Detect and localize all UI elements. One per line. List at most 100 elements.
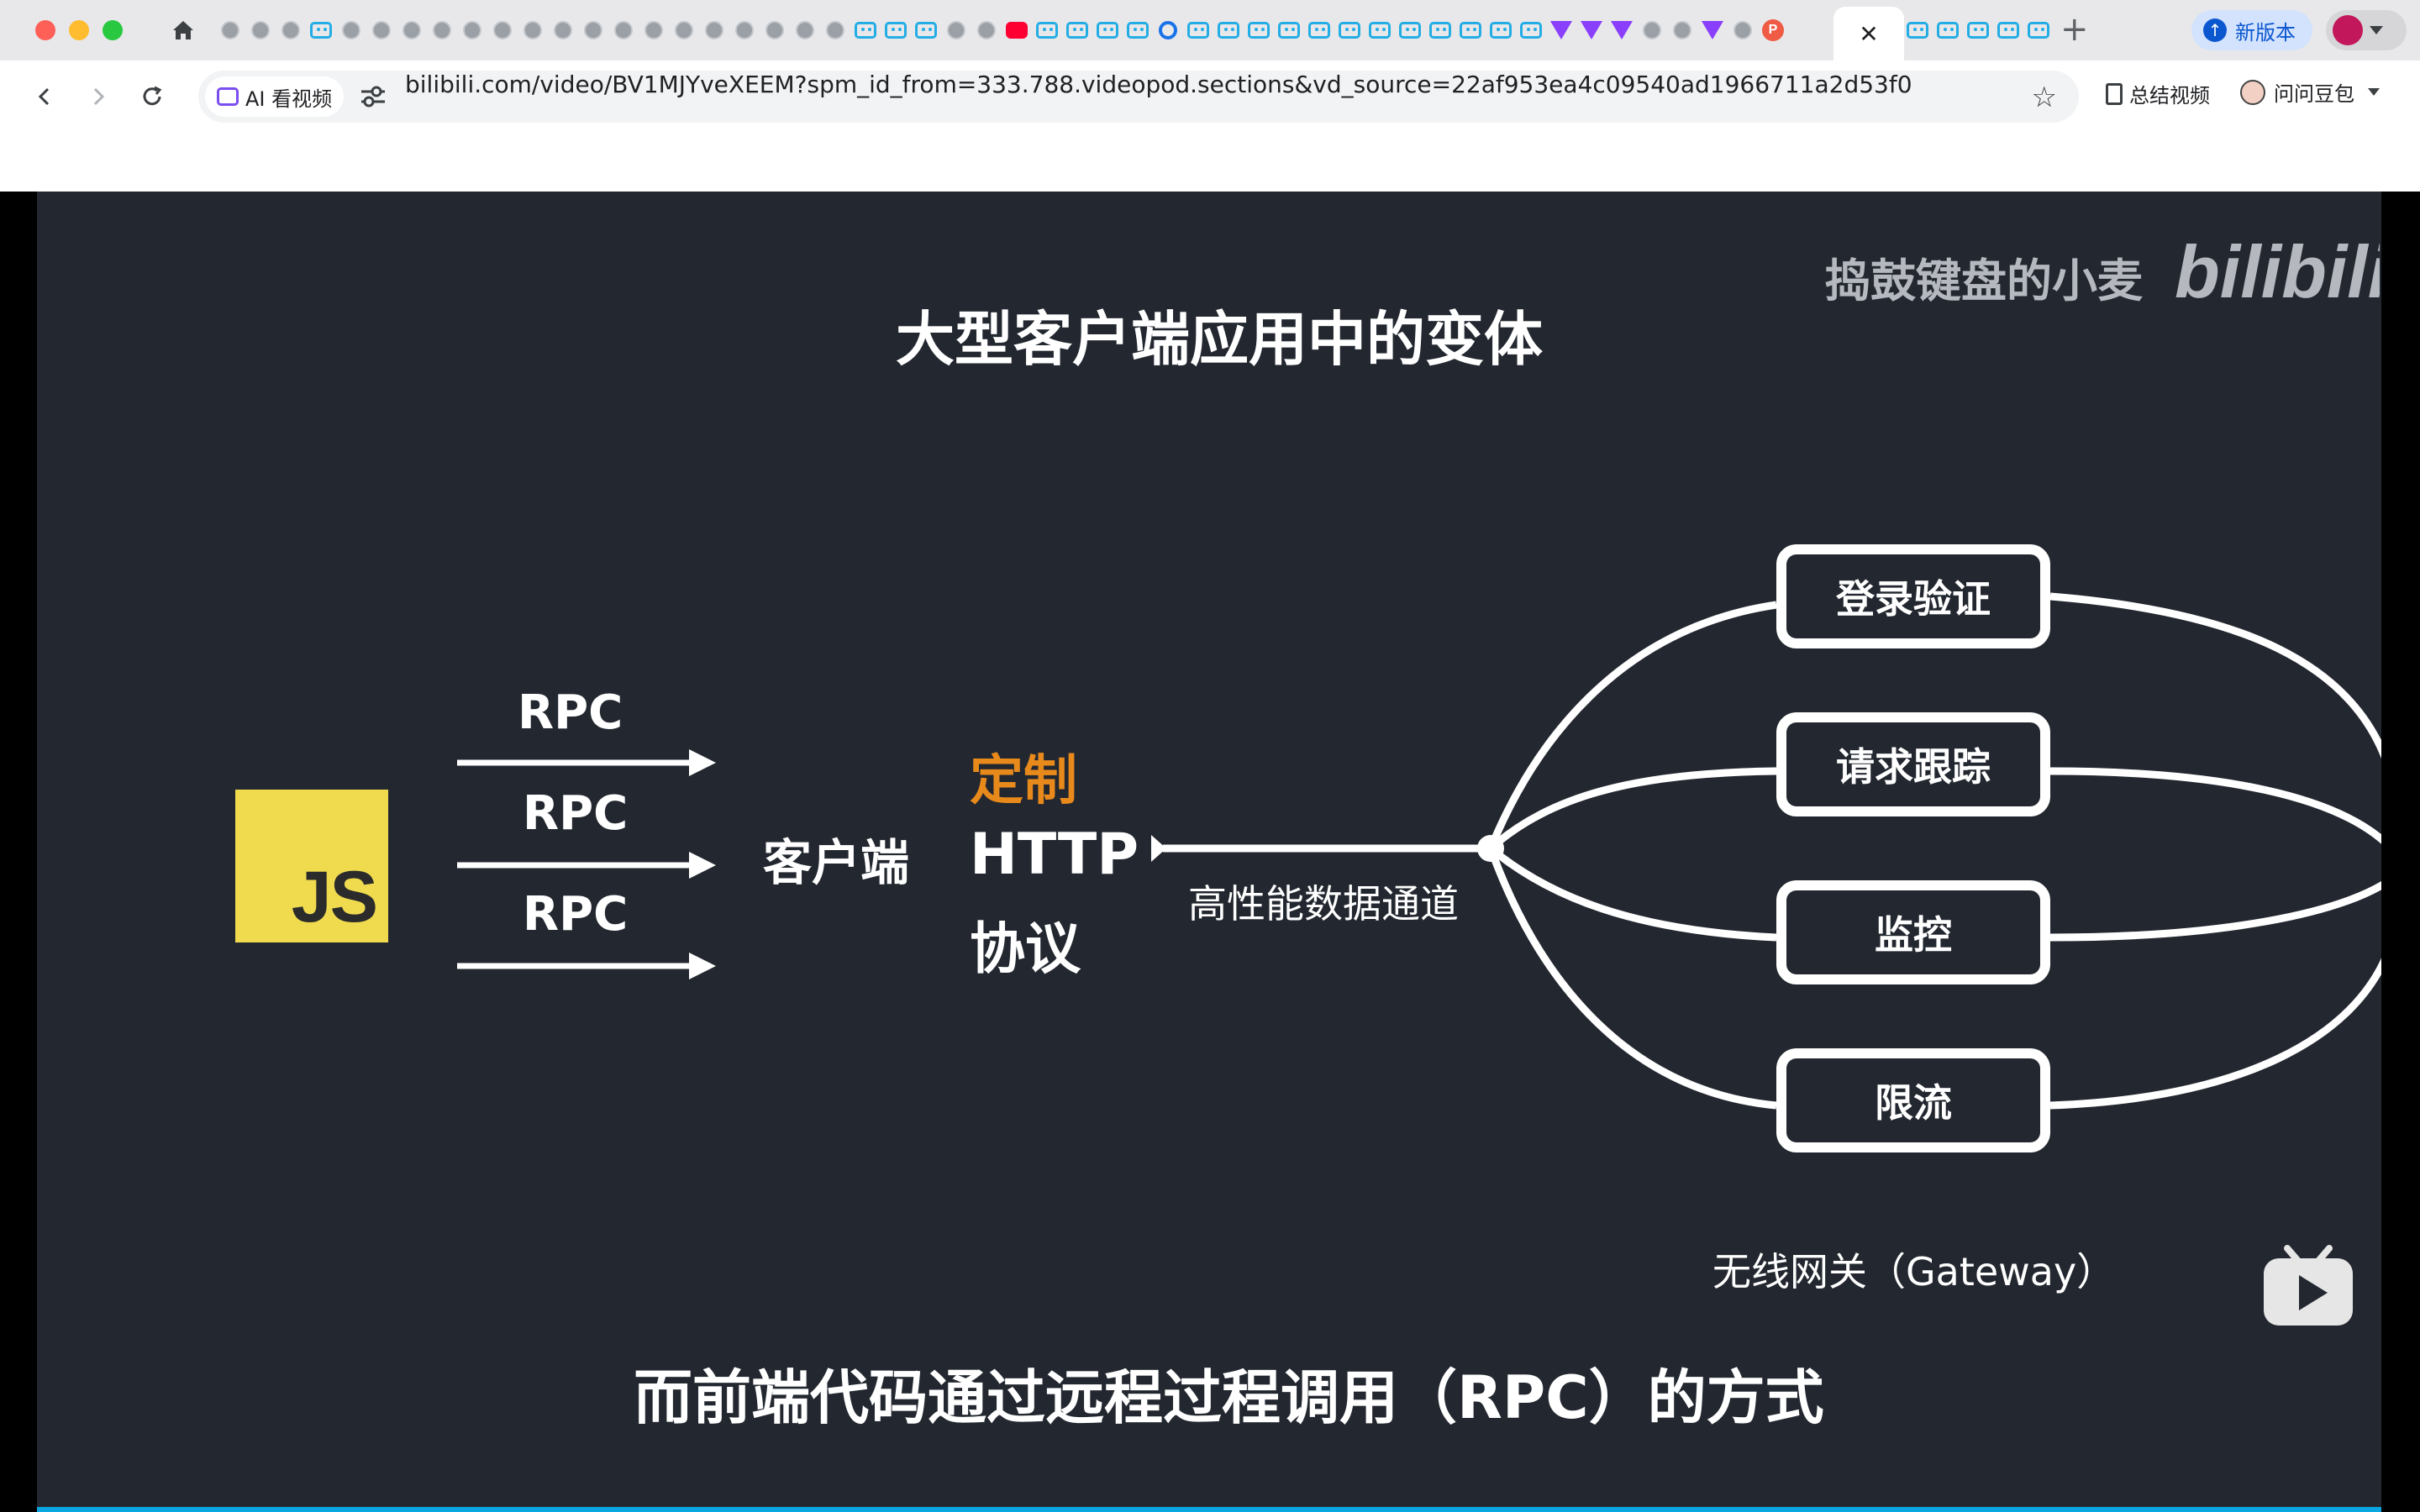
pinned-left-tab-3[interactable]	[308, 17, 334, 44]
globe-icon	[433, 21, 451, 39]
pinned-left-tab-18[interactable]	[761, 17, 788, 44]
pinned-left-tab-4[interactable]	[338, 17, 365, 44]
pinned-left-tab-24[interactable]	[943, 17, 970, 44]
pinned-left-tab-9[interactable]	[489, 17, 516, 44]
pinned-left-tab-36[interactable]	[1306, 17, 1333, 44]
pinned-left-tab-6[interactable]	[398, 17, 425, 44]
play-icon[interactable]	[2262, 1236, 2354, 1329]
doubao-button[interactable]: 问问豆包	[2240, 77, 2380, 107]
bilibili-icon	[1490, 22, 1512, 39]
pinned-left-tab-46[interactable]	[1608, 17, 1635, 44]
profile-button[interactable]	[2326, 10, 2407, 50]
pinned-left-tab-17[interactable]	[731, 17, 758, 44]
pinned-left-tab-20[interactable]	[822, 17, 849, 44]
pinned-left-tab-49[interactable]	[1699, 17, 1726, 44]
site-settings-icon[interactable]	[360, 84, 387, 109]
pinned-left-tab-23[interactable]	[913, 17, 939, 44]
pinned-left-tab-14[interactable]	[640, 17, 667, 44]
pinned-left-tab-48[interactable]	[1669, 17, 1696, 44]
globe-icon	[342, 21, 360, 39]
url-text[interactable]: bilibili.com/video/BV1MJYveXEEM?spm_id_f…	[405, 71, 1912, 123]
maximize-window-button[interactable]	[103, 20, 123, 40]
pinned-left-tab-13[interactable]	[610, 17, 637, 44]
pinned-left-tab-39[interactable]	[1397, 17, 1423, 44]
video-frame: 大型客户端应用中的变体 捣鼓键盘的小麦 bilibili JS RPC RPC …	[37, 192, 2381, 1512]
pinned-left-tab-21[interactable]	[852, 17, 879, 44]
pinned-left-tab-16[interactable]	[701, 17, 728, 44]
address-bar[interactable]: AI 看视频 bilibili.com/video/BV1MJYveXEEM?s…	[198, 71, 2079, 123]
pinned-left-tab-50[interactable]	[1729, 17, 1756, 44]
pinned-left-tab-1[interactable]	[247, 17, 274, 44]
bilibili-icon	[1278, 22, 1300, 39]
pinned-left-tab-31[interactable]	[1155, 17, 1181, 44]
pinned-left-tab-5[interactable]	[368, 17, 395, 44]
video-progress-bar[interactable]	[37, 1507, 2381, 1512]
pinned-left-tab-10[interactable]	[519, 17, 546, 44]
pinned-left-tab-15[interactable]	[671, 17, 697, 44]
reload-button[interactable]	[131, 76, 173, 118]
pinned-left-tab-47[interactable]	[1639, 17, 1665, 44]
pinned-right-tab-1[interactable]	[1934, 17, 1961, 44]
slide-title: 大型客户端应用中的变体	[896, 305, 1543, 374]
arrow-up-icon: ↑	[2203, 18, 2227, 42]
pinned-left-tab-2[interactable]	[277, 17, 304, 44]
bilibili-icon	[2028, 22, 2049, 39]
video-subtitle: 而前端代码通过远程过程调用（RPC）的方式	[634, 1363, 1824, 1432]
pinned-right-tab-4[interactable]	[2025, 17, 2052, 44]
pinned-left-tab-7[interactable]	[429, 17, 455, 44]
pinned-left-tab-28[interactable]	[1064, 17, 1091, 44]
pinned-left-tab-26[interactable]	[1003, 17, 1030, 44]
bookmark-star-icon[interactable]: ☆	[2032, 81, 2057, 114]
pinned-left-tab-32[interactable]	[1185, 17, 1212, 44]
pinned-left-tab-34[interactable]	[1245, 17, 1272, 44]
pinned-left-tab-27[interactable]	[1034, 17, 1060, 44]
update-button[interactable]: ↑ 新版本	[2191, 10, 2312, 50]
pinned-left-tab-41[interactable]	[1457, 17, 1484, 44]
globe-icon	[554, 21, 572, 39]
close-window-button[interactable]	[35, 20, 55, 40]
close-tab-icon[interactable]: ✕	[1859, 20, 1878, 48]
home-icon[interactable]	[166, 13, 200, 47]
client-label: 客户端	[763, 834, 910, 891]
pinned-left-tab-29[interactable]	[1094, 17, 1121, 44]
pinned-left-tab-44[interactable]	[1548, 17, 1575, 44]
globe-icon	[1643, 21, 1661, 39]
custom-label: 定制	[970, 750, 1077, 812]
vercel-icon	[1702, 21, 1723, 39]
reload-icon	[143, 86, 162, 106]
ai-watch-video-chip[interactable]: AI 看视频	[205, 76, 345, 117]
pinned-left-tab-8[interactable]	[459, 17, 486, 44]
bilibili-icon	[1097, 22, 1118, 39]
minimize-window-button[interactable]	[69, 20, 89, 40]
pinned-left-tab-19[interactable]	[792, 17, 818, 44]
pinned-right-tab-3[interactable]	[1995, 17, 2022, 44]
forward-button[interactable]	[77, 76, 119, 118]
bilibili-icon	[1036, 22, 1058, 39]
bilibili-icon	[1369, 22, 1391, 39]
active-tab[interactable]: ✕	[1833, 7, 1904, 60]
pinned-left-tab-30[interactable]	[1124, 17, 1151, 44]
pinned-right-tab-2[interactable]	[1965, 17, 1991, 44]
pinned-left-tab-37[interactable]	[1336, 17, 1363, 44]
pinned-left-tab-12[interactable]	[580, 17, 607, 44]
pinned-left-tab-0[interactable]	[217, 17, 244, 44]
gateway-box-monitor: 监控	[1776, 880, 2050, 984]
pinned-left-tab-25[interactable]	[973, 17, 1000, 44]
pinned-left-tab-42[interactable]	[1487, 17, 1514, 44]
pinned-left-tab-45[interactable]	[1578, 17, 1605, 44]
pinned-left-tab-51[interactable]: P	[1760, 17, 1786, 44]
pinned-left-tab-43[interactable]	[1518, 17, 1544, 44]
pinned-left-tab-33[interactable]	[1215, 17, 1242, 44]
pinned-left-tab-40[interactable]	[1427, 17, 1454, 44]
pinned-left-tab-38[interactable]	[1366, 17, 1393, 44]
gateway-box-auth: 登录验证	[1776, 544, 2050, 648]
pinned-right-tab-0[interactable]	[1904, 17, 1931, 44]
back-button[interactable]	[24, 76, 66, 118]
new-tab-button[interactable]: +	[2060, 10, 2089, 49]
pinned-left-tab-11[interactable]	[550, 17, 576, 44]
video-player[interactable]: 大型客户端应用中的变体 捣鼓键盘的小麦 bilibili JS RPC RPC …	[0, 192, 2420, 1512]
pinned-left-tab-35[interactable]	[1276, 17, 1302, 44]
summary-video-button[interactable]: 总结视频	[2106, 79, 2210, 108]
pinned-left-tab-22[interactable]	[882, 17, 909, 44]
bilibili-icon	[855, 22, 876, 39]
